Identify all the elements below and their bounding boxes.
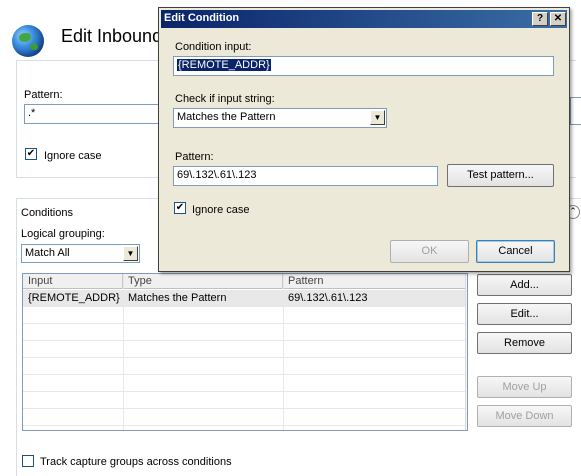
pattern-field[interactable]: .* [24,104,160,124]
cell-type: Matches the Pattern [123,290,283,307]
table-row-empty [23,409,465,426]
condition-input-value: {REMOTE_ADDR} [177,59,271,71]
cell-input: {REMOTE_ADDR} [23,290,123,307]
remove-button[interactable]: Remove [477,332,572,354]
check-input-select[interactable]: Matches the Pattern ▼ [173,108,387,128]
table-row-empty [23,375,465,392]
condition-input-field[interactable]: {REMOTE_ADDR} [173,56,554,76]
move-down-button[interactable]: Move Down [477,405,572,427]
dialog-titlebar[interactable]: Edit Condition ? ✕ [161,10,567,28]
edit-condition-dialog: Edit Condition ? ✕ Condition input: {REM… [158,7,570,272]
table-row-empty [23,341,465,358]
table-row-empty [23,358,465,375]
conditions-label: Conditions [21,207,73,219]
add-button[interactable]: Add... [477,274,572,296]
column-divider [283,274,284,430]
check-input-value: Matches the Pattern [177,111,276,123]
table-row-empty [23,324,465,341]
track-capture-label: Track capture groups across conditions [40,456,232,468]
ignore-case-label: Ignore case [44,150,102,162]
table-row[interactable]: {REMOTE_ADDR} Matches the Pattern 69\.13… [23,290,465,307]
dialog-ignore-case-checkbox[interactable]: ✔ [174,202,186,214]
edit-button[interactable]: Edit... [477,303,572,325]
globe-icon [12,25,44,57]
column-header-type[interactable]: Type [123,274,283,289]
column-divider [123,274,124,430]
table-header: Input Type Pattern [23,274,467,289]
column-header-input[interactable]: Input [23,274,123,289]
table-row-empty [23,392,465,409]
chevron-down-icon: ▼ [123,246,138,261]
logical-grouping-select[interactable]: Match All ▼ [21,244,140,263]
condition-input-label: Condition input: [175,41,252,53]
track-capture-checkbox[interactable] [22,455,34,467]
dialog-ignore-case-label: Ignore case [192,204,250,216]
dialog-pattern-field[interactable]: 69\.132\.61\.123 [173,166,438,186]
close-icon[interactable]: ✕ [550,12,566,26]
help-icon[interactable]: ? [532,12,548,26]
cancel-button[interactable]: Cancel [476,240,555,263]
test-pattern-button[interactable]: Test pattern... [447,164,554,187]
chevron-down-icon: ▼ [370,110,385,125]
ignore-case-checkbox[interactable]: ✔ [25,148,37,160]
check-input-label: Check if input string: [175,93,275,105]
dialog-title: Edit Condition [164,12,240,24]
ok-button[interactable]: OK [390,240,469,263]
move-up-button[interactable]: Move Up [477,376,572,398]
table-scrollbar[interactable] [465,274,467,430]
dialog-pattern-label: Pattern: [175,151,214,163]
column-header-pattern[interactable]: Pattern [283,274,465,289]
pattern-side-control[interactable] [570,97,581,125]
logical-grouping-value: Match All [25,247,70,259]
table-row-empty [23,307,465,324]
logical-grouping-label: Logical grouping: [21,228,105,240]
conditions-table: Input Type Pattern {REMOTE_ADDR} Matches… [22,273,468,431]
cell-pattern: 69\.132\.61\.123 [288,292,368,304]
pattern-label: Pattern: [24,89,63,101]
page-title: Edit Inbound [61,26,163,46]
